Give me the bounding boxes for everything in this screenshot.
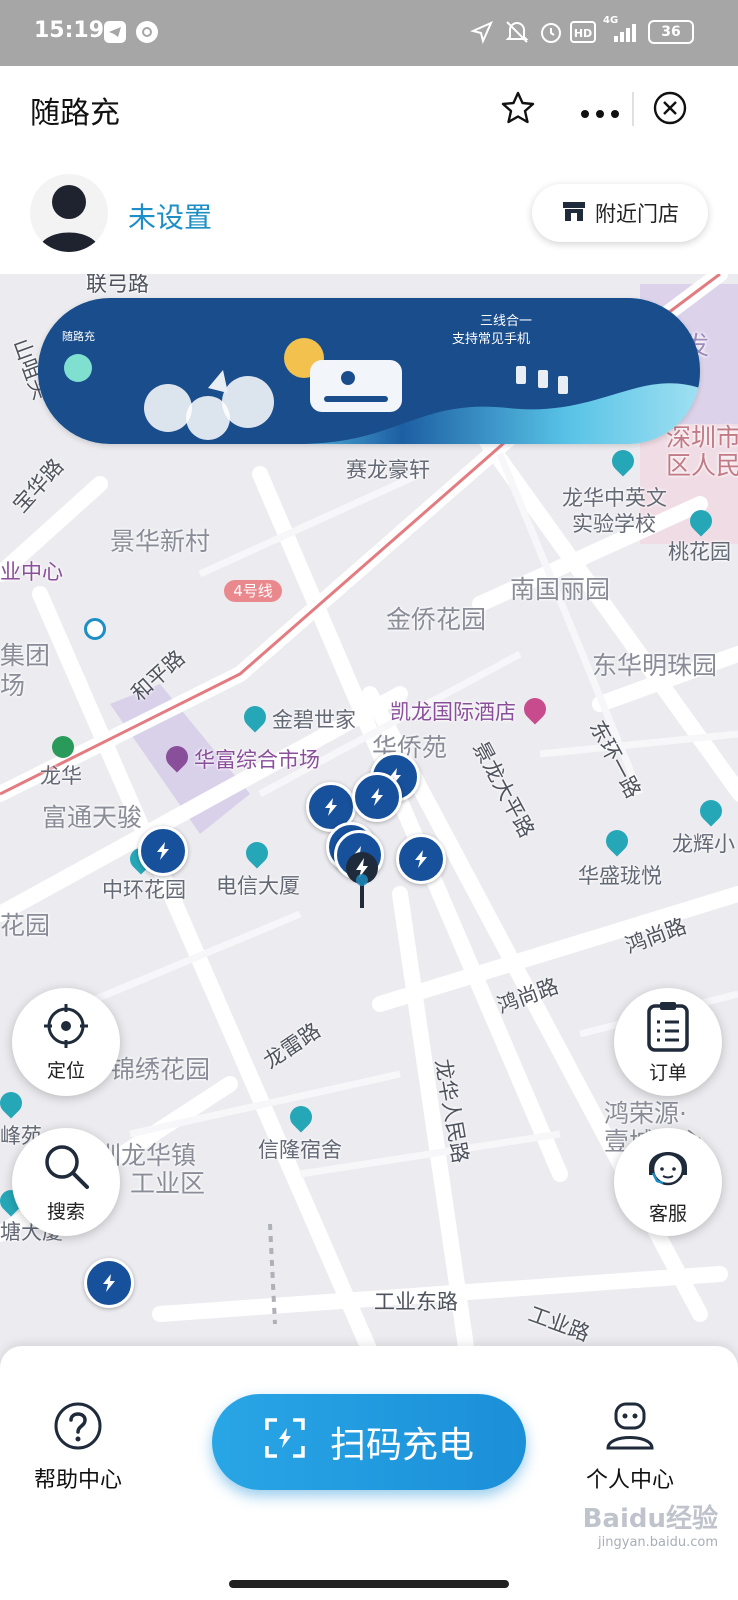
store-icon (561, 199, 587, 228)
customer-service-label: 客服 (648, 1202, 687, 1225)
map-label: 工业东路 (374, 1290, 458, 1314)
locate-icon (42, 1002, 90, 1054)
avatar[interactable] (30, 174, 108, 252)
map-label: 中环花园 (102, 878, 186, 902)
map-label: 电信大厦 (216, 874, 300, 898)
hd-icon: HD (570, 21, 596, 43)
watermark: Baidu经验 jingyan.baidu.com (583, 1498, 718, 1550)
battery-icon: 36 (648, 20, 694, 44)
map-label: 实验学校 (572, 512, 656, 536)
charging-station-marker[interactable] (352, 772, 402, 822)
bottom-action-bar: 帮助中心 扫码充电 个人中心 (0, 1346, 738, 1600)
home-indicator (229, 1580, 509, 1588)
map-label: 景华新村 (110, 527, 211, 556)
watermark-line: Baidu经验 (582, 1504, 718, 1534)
user-row: 未设置 附近门店 (0, 152, 738, 274)
map-label: 龙华 (40, 764, 82, 788)
profile-center-label: 个人中心 (586, 1468, 675, 1493)
map-label: 赛龙豪轩 (346, 458, 430, 482)
map-label: 桃花园 (668, 540, 731, 564)
scan-qr-icon (264, 1417, 306, 1468)
watermark-url: jingyan.baidu.com (598, 1535, 718, 1550)
map-label: 联弓路 (86, 274, 149, 296)
alarm-icon (538, 19, 564, 49)
robot-profile-icon (602, 1400, 658, 1456)
customer-service-button[interactable]: 客服 (614, 1128, 722, 1236)
map-label: 凯龙国际酒店 (390, 700, 516, 724)
profile-center-button[interactable]: 个人中心 (586, 1400, 674, 1494)
map-label: 华富综合市场 (194, 748, 320, 772)
map-label: 花园 (0, 911, 51, 940)
orders-button[interactable]: 订单 (614, 988, 722, 1096)
map-label: 工业区 (130, 1169, 206, 1198)
metro-line-badge: 4号线 (224, 580, 282, 602)
map-label: 金碧世家 (272, 708, 356, 732)
scan-to-charge-label: 扫码充电 (329, 1425, 474, 1466)
locate-label: 定位 (46, 1059, 85, 1082)
metro-station-icon[interactable] (52, 736, 74, 758)
signal-icon (604, 22, 638, 48)
map-label: 场 (0, 671, 26, 700)
banner-headline: 三线合一 (480, 314, 533, 329)
banner-subline: 支持常见手机 (452, 332, 531, 347)
star-icon[interactable] (500, 90, 536, 130)
map-label: 锦绣花园 (110, 1055, 211, 1084)
map-label: 富通天骏 (42, 803, 143, 832)
status-time: 15:19 (34, 18, 105, 43)
map-label: 金侨花园 (386, 605, 487, 634)
nearby-stores-label: 附近门店 (595, 202, 679, 226)
bank-icon[interactable] (84, 618, 106, 640)
help-center-label: 帮助中心 (34, 1468, 123, 1493)
page-title: 随路充 (30, 96, 120, 131)
map-label: 区人民 (666, 451, 738, 480)
charging-station-marker[interactable] (396, 834, 446, 884)
map-label: 南国丽园 (510, 575, 611, 604)
more-icon[interactable] (580, 104, 620, 123)
search-button[interactable]: 搜索 (12, 1128, 120, 1236)
banner-illustration (38, 298, 700, 444)
promo-banner[interactable]: 随路充 三线合一 支持常见手机 (38, 298, 700, 444)
orders-label: 订单 (648, 1061, 687, 1084)
map-label: 业中心 (0, 560, 63, 584)
map-label: 信隆宿舍 (258, 1138, 342, 1162)
customer-service-agent-icon (641, 1139, 695, 1197)
capsule-divider (632, 92, 634, 126)
order-list-icon (646, 1000, 690, 1056)
location-arrow-icon (469, 20, 494, 48)
help-center-button[interactable]: 帮助中心 (34, 1400, 122, 1494)
status-bar: 15:19 HD 4G 36 (0, 0, 738, 66)
mini-program-titlebar: 随路充 (0, 66, 738, 152)
search-label: 搜索 (46, 1200, 85, 1223)
help-question-icon (52, 1400, 104, 1456)
map-label: 华盛珑悦 (578, 864, 662, 888)
mute-bell-icon (504, 19, 530, 49)
app-notification-icon (136, 21, 158, 43)
user-name[interactable]: 未设置 (128, 196, 212, 236)
locate-button[interactable]: 定位 (12, 988, 120, 1096)
charging-station-marker[interactable] (138, 826, 188, 876)
search-icon (41, 1141, 91, 1195)
banner-brand: 随路充 (62, 330, 95, 343)
map-label: 东华明珠园 (592, 651, 718, 680)
nearby-stores-button[interactable]: 附近门店 (532, 184, 708, 242)
charging-station-marker[interactable] (84, 1258, 134, 1308)
telegram-icon (104, 21, 126, 43)
current-location-pin-icon (342, 850, 382, 916)
close-icon[interactable] (652, 90, 688, 130)
map-label: 龙辉小 (672, 832, 735, 856)
scan-to-charge-button[interactable]: 扫码充电 (212, 1394, 526, 1490)
